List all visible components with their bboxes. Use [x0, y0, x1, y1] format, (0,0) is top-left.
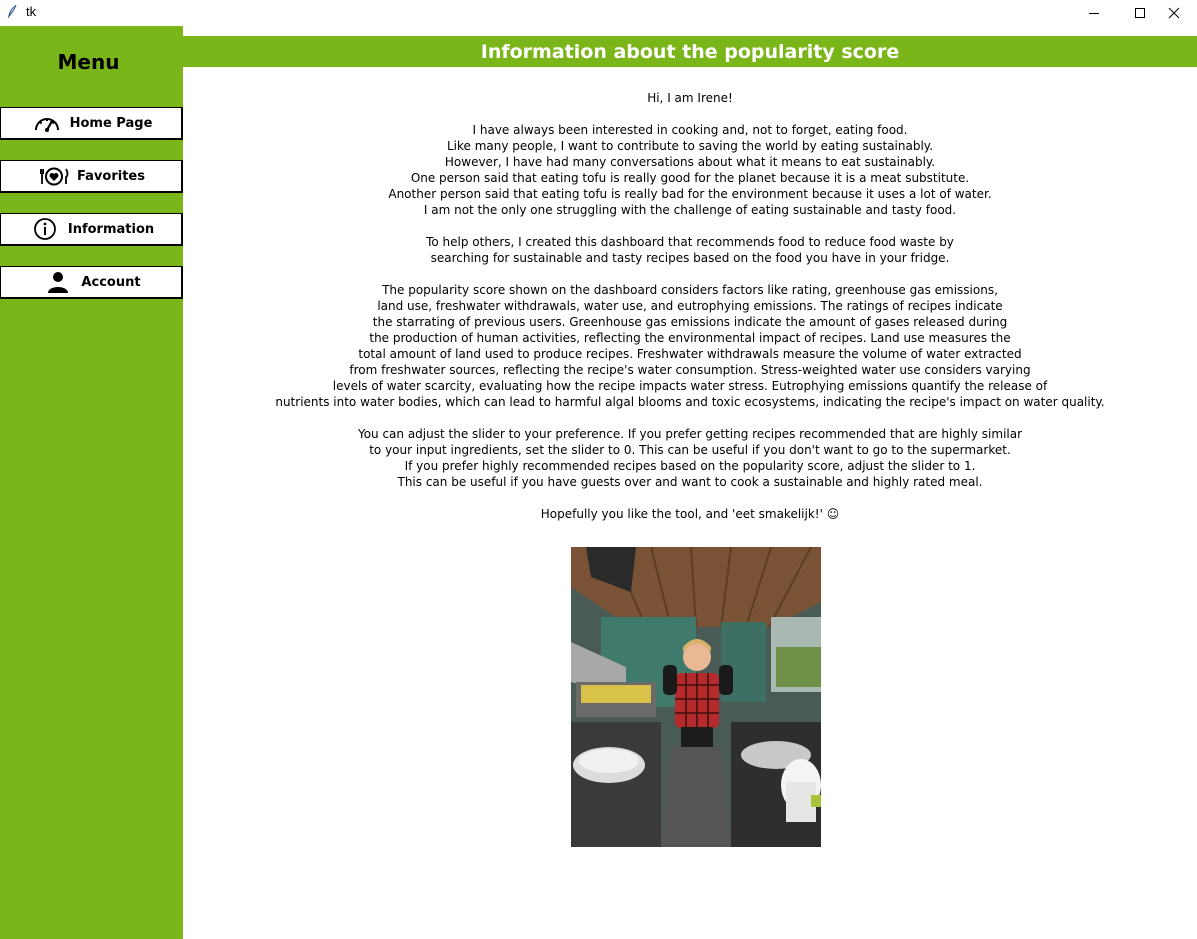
text-line: total amount of land used to produce rec… — [358, 347, 1022, 361]
plate-heart-icon — [37, 163, 71, 189]
menu-title: Menu — [57, 50, 120, 74]
closing: Hopefully you like the tool, and 'eet sm… — [183, 506, 1197, 522]
slider-paragraph: You can adjust the slider to your prefer… — [183, 426, 1197, 490]
text-line: levels of water scarcity, evaluating how… — [332, 379, 1048, 393]
popularity-score-paragraph: The popularity score shown on the dashbo… — [183, 282, 1197, 410]
text-line: from freshwater sources, reflecting the … — [349, 363, 1031, 377]
favorites-button[interactable]: Favorites — [0, 160, 183, 193]
speedometer-icon — [30, 110, 64, 136]
minimize-button[interactable] — [1071, 0, 1117, 26]
account-button[interactable]: Account — [0, 266, 183, 299]
close-icon — [1168, 7, 1180, 19]
window-titlebar: tk — [0, 0, 1197, 26]
author-photo — [571, 547, 821, 847]
text-line: the starrating of previous users. Greenh… — [372, 315, 1008, 329]
text-line: the production of human activities, refl… — [369, 331, 1011, 345]
favorites-label: Favorites — [77, 168, 145, 184]
text-line: searching for sustainable and tasty reci… — [430, 251, 950, 265]
info-text: Hi, I am Irene! I have always been inter… — [183, 90, 1197, 538]
text-line: This can be useful if you have guests ov… — [397, 475, 983, 489]
user-icon — [41, 269, 75, 295]
text-line: However, I have had many conversations a… — [444, 155, 936, 169]
text-line: Another person said that eating tofu is … — [388, 187, 992, 201]
text-line: You can adjust the slider to your prefer… — [357, 427, 1023, 441]
account-label: Account — [81, 274, 141, 290]
text-line: One person said that eating tofu is real… — [410, 171, 970, 185]
greeting: Hi, I am Irene! — [183, 90, 1197, 106]
window-title: tk — [26, 4, 37, 19]
information-button[interactable]: Information — [0, 213, 183, 246]
intro-paragraph: I have always been interested in cooking… — [183, 122, 1197, 218]
greeting-line: Hi, I am Irene! — [647, 91, 733, 105]
information-label: Information — [67, 221, 155, 237]
text-line: I am not the only one struggling with th… — [423, 203, 957, 217]
maximize-icon — [1135, 8, 1145, 18]
home-page-label: Home Page — [69, 115, 153, 131]
purpose-paragraph: To help others, I created this dashboard… — [183, 234, 1197, 266]
close-button[interactable] — [1151, 0, 1197, 26]
page-title: Information about the popularity score — [480, 40, 900, 63]
text-line: land use, freshwater withdrawals, water … — [377, 299, 1003, 313]
text-line: To help others, I created this dashboard… — [426, 235, 954, 249]
text-line: nutrients into water bodies, which can l… — [275, 395, 1105, 409]
text-line: Like many people, I want to contribute t… — [446, 139, 934, 153]
closing-line: Hopefully you like the tool, and 'eet sm… — [540, 507, 840, 521]
feather-icon — [8, 4, 17, 18]
page-header: Information about the popularity score — [183, 36, 1197, 67]
minimize-icon — [1089, 13, 1099, 14]
sidebar: Menu Home Page Favorites Information Acc… — [0, 26, 183, 939]
text-line: I have always been interested in cooking… — [472, 123, 908, 137]
text-line: to your input ingredients, set the slide… — [369, 443, 1011, 457]
info-icon — [28, 216, 62, 242]
text-line: The popularity score shown on the dashbo… — [382, 283, 998, 297]
home-page-button[interactable]: Home Page — [0, 107, 183, 140]
text-line: If you prefer highly recommended recipes… — [404, 459, 976, 473]
